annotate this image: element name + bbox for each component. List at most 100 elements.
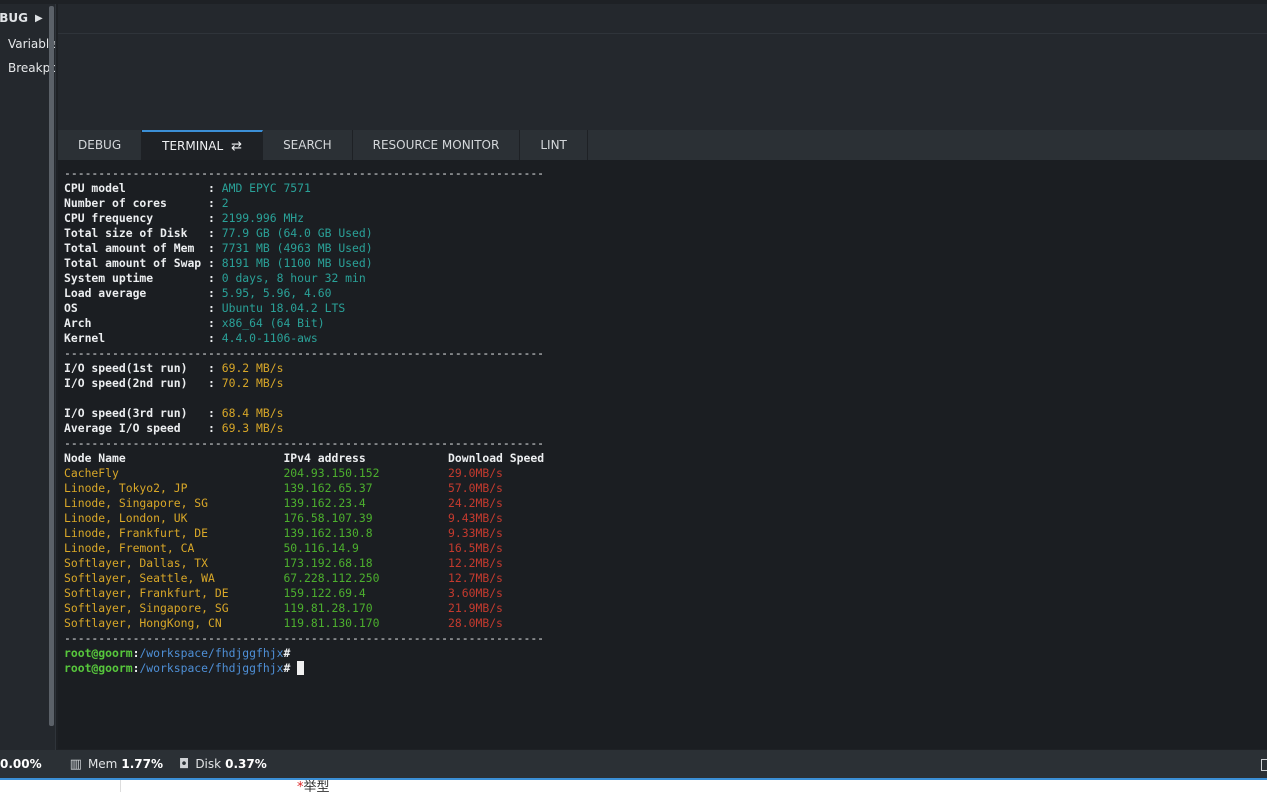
node-row: Softlayer, Dallas, TX 173.192.68.18 12.2… — [64, 556, 1267, 571]
node-ip: 119.81.28.170 — [283, 601, 449, 615]
sysinfo-row: Total amount of Mem : 7731 MB (4963 MB U… — [64, 241, 1267, 256]
refresh-icon[interactable]: ⇄ — [231, 139, 242, 154]
node-name-header: Node Name — [64, 451, 284, 465]
prompt-line: root@goorm:/workspace/fhdjggfhjx# — [64, 661, 1267, 676]
tab-resource-monitor[interactable]: RESOURCE MONITOR — [353, 130, 521, 160]
node-name: Linode, Singapore, SG — [64, 496, 284, 510]
tab-terminal[interactable]: TERMINAL ⇄ — [142, 130, 264, 160]
node-name: Linode, Tokyo2, JP — [64, 481, 284, 495]
play-icon[interactable]: ▶ — [35, 13, 43, 24]
node-ip: 139.162.130.8 — [283, 526, 449, 540]
ide-window: EBUG ▶ Variable Breakpo DEBUG TERMINAL ⇄… — [0, 0, 1267, 792]
sysinfo-value: Ubuntu 18.04.2 LTS — [221, 301, 346, 315]
node-ip: 176.58.107.39 — [283, 511, 449, 525]
tab-search-label: SEARCH — [283, 138, 332, 152]
debug-sidebar-title: EBUG — [0, 11, 28, 25]
editor-top-bar — [58, 4, 1267, 34]
sysinfo-key: CPU model — [64, 181, 202, 195]
node-row: Linode, Tokyo2, JP 139.162.65.37 57.0MB/… — [64, 481, 1267, 496]
sysinfo-value: 8191 MB (1100 MB Used) — [221, 256, 373, 270]
io-row: Average I/O speed : 69.3 MB/s — [64, 421, 1267, 436]
colon: : — [201, 301, 222, 315]
io-row: I/O speed(3rd run) : 68.4 MB/s — [64, 406, 1267, 421]
bottom-panel-tabs: DEBUG TERMINAL ⇄ SEARCH RESOURCE MONITOR… — [58, 130, 1267, 160]
node-name: Linode, Fremont, CA — [64, 541, 284, 555]
sysinfo-value: 5.95, 5.96, 4.60 — [221, 286, 332, 300]
sysinfo-value: x86_64 (64 Bit) — [221, 316, 325, 330]
node-row: Linode, London, UK 176.58.107.39 9.43MB/… — [64, 511, 1267, 526]
mem-usage: ▥ Mem 1.77% — [58, 749, 179, 779]
sysinfo-row: OS : Ubuntu 18.04.2 LTS — [64, 301, 1267, 316]
separator-line: ----------------------------------------… — [64, 631, 1267, 646]
io-key: I/O speed(1st run) — [64, 361, 202, 375]
tab-terminal-label: TERMINAL — [162, 139, 224, 153]
terminal-output[interactable]: ----------------------------------------… — [58, 160, 1267, 749]
node-ip: 204.93.150.152 — [283, 466, 449, 480]
sysinfo-value: 2 — [221, 196, 229, 210]
node-speed: 57.0MB/s — [448, 481, 503, 495]
node-speed: 16.5MB/s — [448, 541, 503, 555]
form-field-label: *举型 — [297, 781, 330, 792]
panel-toggle-icon[interactable] — [1261, 759, 1267, 771]
debug-sidebar-header[interactable]: EBUG ▶ — [0, 4, 55, 32]
sysinfo-key: Total amount of Mem — [64, 241, 202, 255]
nodes-header-row: Node Name IPv4 address Download Speed — [64, 451, 1267, 466]
node-name: Softlayer, HongKong, CN — [64, 616, 284, 630]
colon: : — [201, 406, 222, 420]
separator-text: ----------------------------------------… — [64, 631, 545, 645]
sysinfo-row: System uptime : 0 days, 8 hour 32 min — [64, 271, 1267, 286]
node-row: Linode, Fremont, CA 50.116.14.9 16.5MB/s — [64, 541, 1267, 556]
io-value: 69.3 MB/s — [221, 421, 284, 435]
colon: : — [201, 241, 222, 255]
sysinfo-key: System uptime — [64, 271, 202, 285]
node-ip: 173.192.68.18 — [283, 556, 449, 570]
mem-label: Mem — [87, 757, 118, 771]
node-name: Linode, Frankfurt, DE — [64, 526, 284, 540]
node-name: Linode, London, UK — [64, 511, 284, 525]
separator-text: ----------------------------------------… — [64, 436, 545, 450]
node-speed: 24.2MB/s — [448, 496, 503, 510]
node-speed: 12.7MB/s — [448, 571, 503, 585]
sysinfo-row: CPU frequency : 2199.996 MHz — [64, 211, 1267, 226]
sidebar-item-variables[interactable]: Variable — [0, 32, 55, 56]
node-speed: 21.9MB/s — [448, 601, 503, 615]
prompt-path: /workspace/fhdjggfhjx — [139, 646, 284, 660]
io-key: I/O speed(3rd run) — [64, 406, 202, 420]
prompt-user: root@goorm — [64, 661, 133, 675]
tab-lint[interactable]: LINT — [520, 130, 588, 160]
prompt-symbol: # — [283, 646, 291, 660]
node-name: CacheFly — [64, 466, 284, 480]
colon: : — [201, 331, 222, 345]
disk-label: Disk — [195, 757, 222, 771]
sidebar-scrollbar[interactable] — [49, 6, 54, 726]
disk-value: 0.37% — [225, 757, 267, 771]
tab-lint-label: LINT — [540, 138, 567, 152]
colon: : — [201, 361, 222, 375]
colon: : — [201, 286, 222, 300]
editor-area — [58, 34, 1267, 130]
node-row: Softlayer, Seattle, WA 67.228.112.250 12… — [64, 571, 1267, 586]
node-ip: 50.116.14.9 — [283, 541, 449, 555]
sysinfo-row: Total size of Disk : 77.9 GB (64.0 GB Us… — [64, 226, 1267, 241]
sidebar-item-breakpoints[interactable]: Breakpo — [0, 56, 55, 80]
ipv4-header: IPv4 address — [283, 451, 449, 465]
form-field-label-text: 举型 — [303, 780, 330, 792]
status-bar: 0.00% ▥ Mem 1.77% ◘ Disk 0.37% — [0, 750, 1267, 780]
io-value: 68.4 MB/s — [221, 406, 284, 420]
tab-debug[interactable]: DEBUG — [58, 130, 143, 160]
node-ip: 159.122.69.4 — [283, 586, 449, 600]
tab-search[interactable]: SEARCH — [263, 130, 353, 160]
sysinfo-key: CPU frequency — [64, 211, 202, 225]
sysinfo-key: Total amount of Swap — [64, 256, 202, 270]
sysinfo-key: OS — [64, 301, 202, 315]
node-row: Linode, Frankfurt, DE 139.162.130.8 9.33… — [64, 526, 1267, 541]
sysinfo-row: Kernel : 4.4.0-1106-aws — [64, 331, 1267, 346]
node-name: Softlayer, Dallas, TX — [64, 556, 284, 570]
node-speed: 29.0MB/s — [448, 466, 503, 480]
sysinfo-key: Arch — [64, 316, 202, 330]
io-value: 70.2 MB/s — [221, 376, 284, 390]
node-name: Softlayer, Singapore, SG — [64, 601, 284, 615]
colon: : — [201, 316, 222, 330]
colon: : — [201, 196, 222, 210]
terminal-cursor — [297, 661, 305, 675]
